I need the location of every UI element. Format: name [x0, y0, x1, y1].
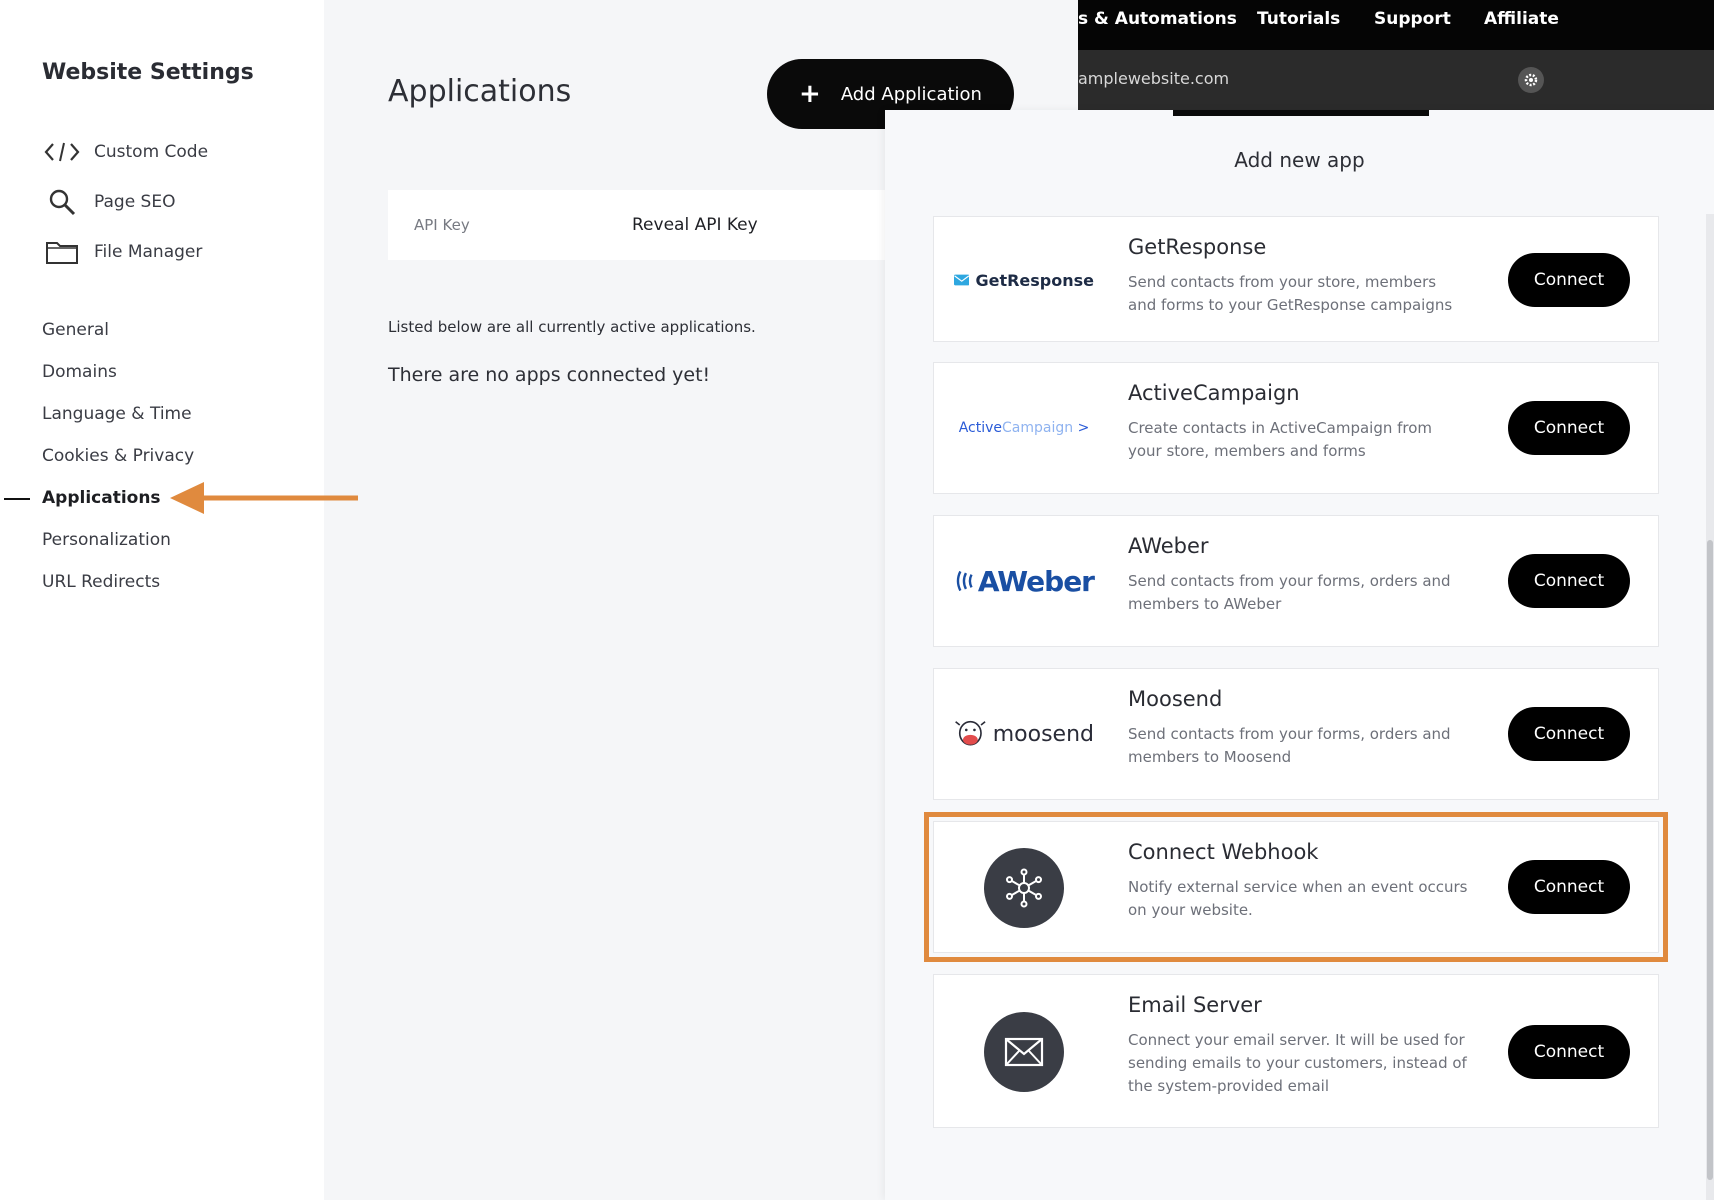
mail-icon	[984, 1012, 1064, 1092]
sidebar-item-personalization[interactable]: Personalization	[42, 530, 171, 550]
sidebar-item-general[interactable]: General	[42, 320, 109, 340]
folder-icon	[44, 237, 80, 267]
sidebar-item-language-time[interactable]: Language & Time	[42, 404, 192, 424]
getresponse-logo-text: GetResponse	[975, 270, 1094, 290]
top-nav-bar: s & Automations Tutorials Support Affili…	[1078, 0, 1714, 50]
add-application-label: Add Application	[840, 83, 982, 105]
active-indicator	[4, 498, 30, 500]
connect-button-aweber[interactable]: Connect	[1508, 554, 1630, 608]
empty-state-text: There are no apps connected yet!	[388, 364, 711, 386]
sidebar-item-cookies-privacy[interactable]: Cookies & Privacy	[42, 446, 194, 466]
gear-icon[interactable]	[1518, 67, 1544, 93]
sidebar-tool-custom-code[interactable]: Custom Code	[44, 136, 208, 168]
top-nav-affiliate[interactable]: Affiliate	[1484, 9, 1559, 29]
app-card-email-server: Email Server Connect your email server. …	[933, 974, 1659, 1128]
app-name: GetResponse	[1128, 235, 1267, 259]
plus-icon: +	[799, 79, 821, 109]
sidebar-item-domains[interactable]: Domains	[42, 362, 117, 382]
sidebar-tool-file-manager[interactable]: File Manager	[44, 236, 202, 268]
site-url[interactable]: amplewebsite.com	[1078, 69, 1229, 88]
sidebar-tool-page-seo[interactable]: Page SEO	[44, 186, 175, 218]
sidebar-tool-label: Page SEO	[94, 192, 176, 212]
app-description: Send contacts from your forms, orders an…	[1128, 725, 1451, 766]
app-description: Connect your email server. It will be us…	[1128, 1031, 1467, 1095]
aweber-mark-icon	[956, 570, 973, 592]
connect-button-activecampaign[interactable]: Connect	[1508, 401, 1630, 455]
connect-button-getresponse[interactable]: Connect	[1508, 253, 1630, 307]
app-card-getresponse: GetResponse GetResponse Send contacts fr…	[933, 216, 1659, 342]
sidebar-title: Website Settings	[42, 60, 254, 85]
aweber-logo-text: AWeber	[977, 564, 1095, 598]
api-key-label: API Key	[414, 216, 470, 234]
webhook-logo	[954, 847, 1094, 929]
webhook-icon	[984, 848, 1064, 928]
email-server-logo	[954, 1011, 1094, 1093]
top-nav-tutorials[interactable]: Tutorials	[1257, 9, 1340, 29]
moosend-logo: moosend	[954, 713, 1094, 755]
url-bar: amplewebsite.com	[1078, 50, 1714, 110]
arrow-left-icon	[170, 482, 358, 514]
settings-sidebar: Website Settings Custom Code Page SEO Fi…	[0, 0, 358, 1200]
moosend-logo-text: moosend	[992, 721, 1094, 747]
getresponse-logo: GetResponse	[954, 263, 1094, 297]
sidebar-tool-label: File Manager	[94, 242, 203, 262]
top-nav-automations[interactable]: s & Automations	[1078, 9, 1237, 29]
app-description: Send contacts from your forms, orders an…	[1128, 572, 1451, 613]
app-card-webhook: Connect Webhook Notify external service …	[924, 812, 1668, 962]
app-name: Moosend	[1128, 687, 1223, 711]
app-name: Email Server	[1128, 993, 1262, 1017]
activecampaign-logo-text-light: Campaign	[1002, 420, 1074, 436]
sidebar-tool-label: Custom Code	[94, 142, 209, 162]
panel-scrollbar-thumb[interactable]	[1707, 540, 1713, 1180]
chevron-right-icon: >	[1077, 420, 1090, 436]
activecampaign-logo-text: Active	[958, 420, 1002, 436]
reveal-api-key-link[interactable]: Reveal API Key	[632, 215, 758, 235]
envelope-logo-icon	[954, 274, 970, 286]
connect-button-moosend[interactable]: Connect	[1508, 707, 1630, 761]
code-icon	[44, 137, 80, 167]
api-key-card: API Key Reveal API Key	[388, 190, 908, 260]
app-card-aweber: AWeber AWeber Send contacts from your fo…	[933, 515, 1659, 647]
page-title: Applications	[388, 74, 572, 109]
active-apps-description: Listed below are all currently active ap…	[388, 318, 756, 336]
panel-tab-indicator	[1173, 110, 1429, 116]
app-description: Send contacts from your store, members a…	[1128, 273, 1453, 314]
cow-logo-icon	[955, 720, 986, 746]
aweber-logo: AWeber	[954, 562, 1095, 600]
app-name: ActiveCampaign	[1128, 381, 1300, 405]
search-icon	[44, 187, 80, 217]
sidebar-item-url-redirects[interactable]: URL Redirects	[42, 572, 160, 592]
connect-button-webhook[interactable]: Connect	[1508, 860, 1630, 914]
activecampaign-logo: ActiveCampaign >	[954, 413, 1094, 443]
app-description: Create contacts in ActiveCampaign from y…	[1128, 419, 1433, 460]
connect-button-email-server[interactable]: Connect	[1508, 1025, 1630, 1079]
top-nav-support[interactable]: Support	[1374, 9, 1451, 29]
panel-title: Add new app	[1234, 148, 1365, 172]
add-app-panel: Add new app GetResponse GetResponse Send…	[885, 110, 1714, 1200]
sidebar-item-applications[interactable]: Applications	[42, 488, 161, 508]
app-card-activecampaign: ActiveCampaign > ActiveCampaign Create c…	[933, 362, 1659, 494]
app-description: Notify external service when an event oc…	[1128, 878, 1468, 919]
app-card-moosend: moosend Moosend Send contacts from your …	[933, 668, 1659, 800]
app-name: AWeber	[1128, 534, 1209, 558]
app-name: Connect Webhook	[1128, 840, 1319, 864]
